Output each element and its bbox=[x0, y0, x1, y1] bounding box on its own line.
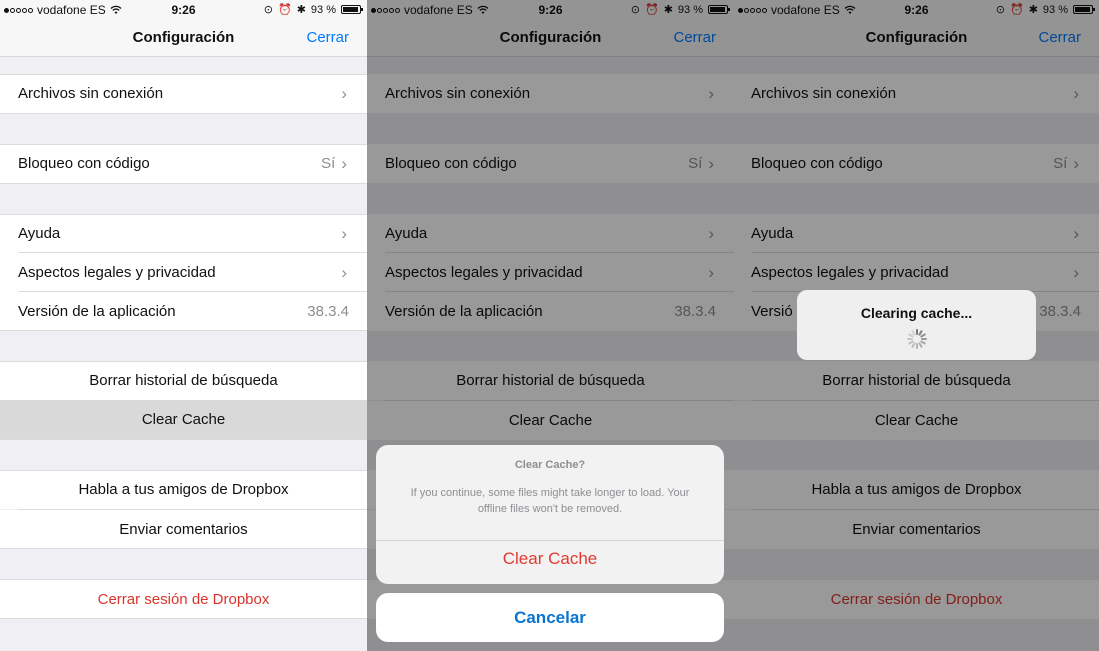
send-feedback-label: Enviar comentarios bbox=[119, 521, 248, 538]
alarm-icon: ⏰ bbox=[278, 4, 292, 16]
help-label: Ayuda bbox=[18, 225, 61, 242]
chevron-right-icon: › bbox=[341, 153, 347, 173]
help-row[interactable]: Ayuda › bbox=[0, 214, 367, 253]
clear-cache-button[interactable]: Clear Cache bbox=[0, 400, 367, 439]
settings-screen-clearing: vodafone ES 9:26 ⊙ ⏰ ✱ 93 % Configuració… bbox=[734, 0, 1099, 651]
battery-icon bbox=[341, 5, 363, 14]
legal-row[interactable]: Aspectos legales y privacidad › bbox=[0, 253, 367, 292]
clear-search-history-label: Borrar historial de búsqueda bbox=[89, 372, 278, 389]
offline-files-row[interactable]: Archivos sin conexión › bbox=[0, 74, 367, 113]
cancel-button[interactable]: Cancelar bbox=[376, 593, 724, 642]
alert-message: If you continue, some files might take l… bbox=[410, 487, 690, 515]
chevron-right-icon: › bbox=[341, 262, 347, 282]
app-version-row: Versión de la aplicación 38.3.4 bbox=[0, 292, 367, 331]
offline-files-label: Archivos sin conexión bbox=[18, 85, 164, 102]
tell-friends-label: Habla a tus amigos de Dropbox bbox=[78, 481, 289, 498]
close-button[interactable]: Cerrar bbox=[306, 29, 349, 46]
orientation-lock-icon: ⊙ bbox=[263, 4, 273, 16]
sign-out-label: Cerrar sesión de Dropbox bbox=[97, 591, 270, 608]
battery-percent: 93 % bbox=[310, 3, 336, 16]
bluetooth-icon: ✱ bbox=[296, 4, 306, 16]
status-bar: vodafone ES 9:26 ⊙ ⏰ ✱ 93 % bbox=[0, 0, 367, 20]
hud-text: Clearing cache... bbox=[860, 305, 973, 321]
app-version-label: Versión de la aplicación bbox=[18, 303, 176, 320]
clearing-cache-hud: Clearing cache... bbox=[797, 290, 1036, 360]
sign-out-button[interactable]: Cerrar sesión de Dropbox bbox=[0, 580, 367, 619]
chevron-right-icon: › bbox=[341, 83, 347, 103]
passcode-value: Sí bbox=[321, 155, 336, 172]
clear-cache-label: Clear Cache bbox=[141, 411, 226, 428]
spinner-icon bbox=[906, 329, 927, 349]
clear-search-history-button[interactable]: Borrar historial de búsqueda bbox=[0, 361, 367, 400]
settings-screen-alert: vodafone ES 9:26 ⊙ ⏰ ✱ 93 % Configuració… bbox=[367, 0, 734, 651]
chevron-right-icon: › bbox=[341, 223, 347, 243]
confirm-clear-cache-button[interactable]: Clear Cache bbox=[376, 549, 724, 569]
alert-title: Clear Cache? bbox=[514, 459, 586, 471]
send-feedback-button[interactable]: Enviar comentarios bbox=[0, 510, 367, 549]
passcode-label: Bloqueo con código bbox=[18, 155, 150, 172]
legal-label: Aspectos legales y privacidad bbox=[18, 264, 216, 281]
passcode-row[interactable]: Bloqueo con código Sí › bbox=[0, 144, 367, 183]
nav-bar: Configuración Cerrar bbox=[0, 20, 367, 57]
clear-cache-action-sheet: Clear Cache? If you continue, some files… bbox=[376, 445, 724, 584]
settings-screen: vodafone ES 9:26 ⊙ ⏰ ✱ 93 % Configuració… bbox=[0, 0, 367, 651]
app-version-value: 38.3.4 bbox=[307, 303, 349, 320]
tell-friends-button[interactable]: Habla a tus amigos de Dropbox bbox=[0, 470, 367, 509]
battery-fill bbox=[343, 7, 358, 12]
